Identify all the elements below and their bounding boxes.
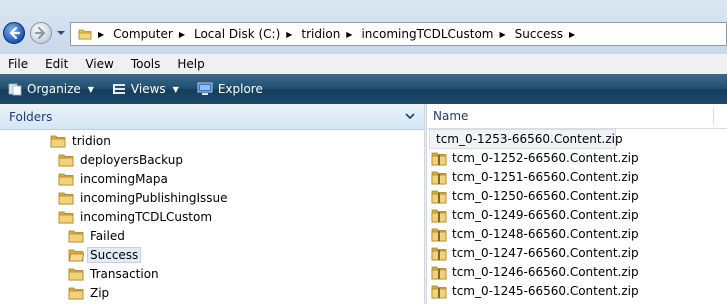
tree-item-zip[interactable]: Zip	[68, 284, 109, 302]
zip-folder-icon	[431, 171, 447, 184]
file-list: tcm_0-1253-66560.Content.zip tcm_0-1252-…	[427, 129, 727, 304]
menu-edit[interactable]: Edit	[36, 57, 76, 71]
open-folder-icon	[68, 249, 84, 262]
folder-icon	[58, 211, 74, 224]
menu-file[interactable]: File	[0, 57, 36, 71]
folder-icon	[58, 192, 74, 205]
tree-item-transaction[interactable]: Transaction	[68, 265, 159, 283]
breadcrumb-arrow-icon[interactable]: ▶	[346, 30, 352, 39]
recent-pages-dropdown-icon[interactable]	[56, 29, 66, 37]
forward-button[interactable]	[30, 22, 52, 44]
folder-icon	[58, 173, 74, 186]
file-row[interactable]: tcm_0-1249-66560.Content.zip	[431, 206, 639, 224]
dropdown-caret-icon: ▼	[172, 84, 179, 94]
tree-item-failed[interactable]: Failed	[68, 227, 125, 245]
tree-item-incoming-mapa[interactable]: incomingMapa	[58, 170, 168, 188]
chevron-down-icon[interactable]	[404, 111, 416, 121]
organize-button[interactable]: Organize ▼	[8, 82, 94, 96]
file-row[interactable]: tcm_0-1252-66560.Content.zip	[431, 149, 639, 167]
explore-icon	[197, 82, 213, 95]
folder-icon	[68, 287, 84, 300]
folders-pane-header[interactable]: Folders	[0, 104, 424, 130]
command-toolbar: Organize ▼ Views ▼ Explore	[0, 74, 727, 104]
breadcrumb-success[interactable]: Success ▶	[515, 27, 584, 41]
zip-folder-icon	[431, 152, 447, 165]
folder-icon	[68, 268, 84, 281]
file-row[interactable]: tcm_0-1248-66560.Content.zip	[431, 225, 639, 243]
folder-icon	[78, 29, 92, 40]
tree-item-success[interactable]: Success	[68, 246, 142, 264]
file-row[interactable]: tcm_0-1250-66560.Content.zip	[431, 187, 639, 205]
file-row[interactable]: tcm_0-1251-66560.Content.zip	[431, 168, 639, 186]
explore-button[interactable]: Explore	[197, 82, 263, 96]
folder-icon	[68, 230, 84, 243]
zip-folder-icon	[431, 266, 447, 279]
column-header-name[interactable]: Name	[433, 109, 468, 123]
tree-item-incoming-tcdl-custom[interactable]: incomingTCDLCustom	[58, 208, 212, 226]
menu-help[interactable]: Help	[168, 57, 212, 71]
zip-folder-icon	[431, 190, 447, 203]
menu-tools[interactable]: Tools	[122, 57, 169, 71]
file-row[interactable]: tcm_0-1247-66560.Content.zip	[431, 244, 639, 262]
breadcrumb-local-disk[interactable]: Local Disk (C:) ▶	[194, 27, 301, 41]
breadcrumb-arrow-icon[interactable]: ▶	[569, 30, 575, 39]
column-separator[interactable]	[713, 107, 714, 125]
tree-item-deployers-backup[interactable]: deployersBackup	[58, 151, 183, 169]
zip-folder-icon	[431, 285, 447, 298]
forward-arrow-icon	[34, 26, 46, 40]
breadcrumb-arrow-icon[interactable]: ▶	[98, 30, 104, 39]
folder-icon	[58, 154, 74, 167]
breadcrumb-arrow-icon[interactable]: ▶	[499, 30, 505, 39]
breadcrumb-incoming-tcdl-custom[interactable]: incomingTCDLCustom ▶	[361, 27, 514, 41]
tree-item-incoming-publishing-issue[interactable]: incomingPublishingIssue	[58, 189, 228, 207]
views-icon	[112, 84, 125, 94]
folder-icon	[50, 135, 66, 148]
menu-view[interactable]: View	[76, 57, 121, 71]
file-row[interactable]: tcm_0-1253-66560.Content.zip	[429, 129, 623, 149]
menu-bar: File Edit View Tools Help	[0, 54, 727, 74]
tree-item-tridion[interactable]: tridion	[50, 132, 111, 150]
back-arrow-icon	[9, 26, 21, 40]
file-list-header: Name	[427, 104, 727, 129]
navigation-bar: ▶ Computer ▶ Local Disk (C:) ▶ tridion ▶…	[0, 0, 727, 54]
address-bar[interactable]: ▶ Computer ▶ Local Disk (C:) ▶ tridion ▶…	[70, 22, 727, 46]
breadcrumb-arrow-icon[interactable]: ▶	[179, 30, 185, 39]
zip-folder-icon	[431, 228, 447, 241]
back-button[interactable]	[3, 22, 25, 44]
file-row[interactable]: tcm_0-1245-66560.Content.zip	[431, 282, 639, 300]
folder-tree: tridion deployersBackup incomingMapa inc…	[0, 130, 424, 304]
views-button[interactable]: Views ▼	[112, 82, 179, 96]
folders-title: Folders	[9, 109, 53, 124]
breadcrumb-arrow-icon[interactable]: ▶	[286, 30, 292, 39]
dropdown-caret-icon: ▼	[87, 84, 94, 94]
breadcrumb-computer[interactable]: Computer ▶	[113, 27, 194, 41]
organize-icon	[8, 83, 22, 96]
zip-folder-icon	[431, 247, 447, 260]
zip-folder-icon	[431, 209, 447, 222]
breadcrumb-tridion[interactable]: tridion ▶	[301, 27, 361, 41]
file-row[interactable]: tcm_0-1246-66560.Content.zip	[431, 263, 639, 281]
